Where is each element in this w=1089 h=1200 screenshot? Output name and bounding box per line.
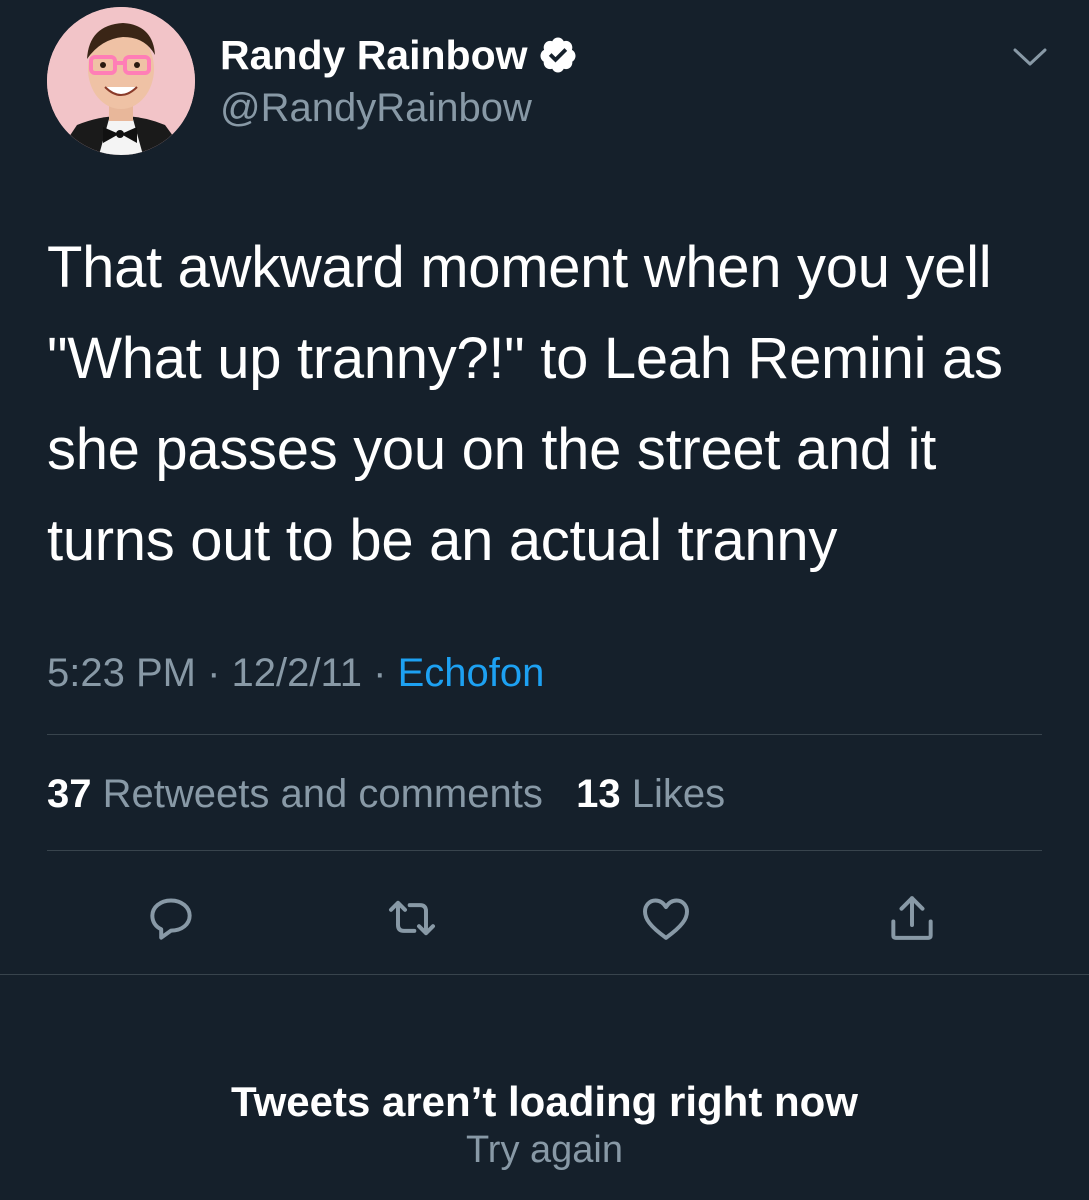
tweet-time[interactable]: 5:23 PM [47,651,196,695]
tweet-source-link[interactable]: Echofon [398,651,545,695]
divider [47,734,1042,735]
heart-icon[interactable] [638,890,694,946]
retweet-icon[interactable] [384,890,440,946]
meta-separator: · [195,651,232,695]
divider [47,850,1042,851]
likes-stat[interactable]: 13 Likes [576,772,725,816]
retweets-stat[interactable]: 37 Retweets and comments [47,772,543,816]
meta-separator: · [362,651,398,695]
try-again-link[interactable]: Try again [466,1129,623,1171]
chevron-down-icon[interactable] [1010,42,1050,72]
error-message: Tweets aren’t loading right now [231,1078,858,1125]
likes-count: 13 [576,772,621,816]
avatar[interactable] [47,7,195,155]
tweet-date[interactable]: 12/2/11 [232,651,363,695]
retweets-count: 37 [47,772,92,816]
tweet-text: That awkward moment when you yell "What … [47,235,1003,573]
share-icon[interactable] [884,890,940,946]
likes-label: Likes [631,772,726,816]
tweet-stats: 37 Retweets and comments 13 Likes [47,767,725,821]
try-again-row: Try again [0,1127,1089,1173]
divider [0,974,1089,975]
author-name-text: Randy Rainbow [220,32,528,78]
author-handle[interactable]: @RandyRainbow [220,84,532,132]
retweets-label: Retweets and comments [102,772,543,816]
tweet-meta: 5:23 PM · 12/2/11 · Echofon [47,646,544,700]
avatar-image [47,7,195,155]
tweet-detail-page: Randy Rainbow @RandyRainbow That awkward… [0,0,1089,1200]
reply-icon[interactable] [143,890,199,946]
author-name[interactable]: Randy Rainbow [220,30,578,80]
verified-badge-icon [538,35,578,75]
